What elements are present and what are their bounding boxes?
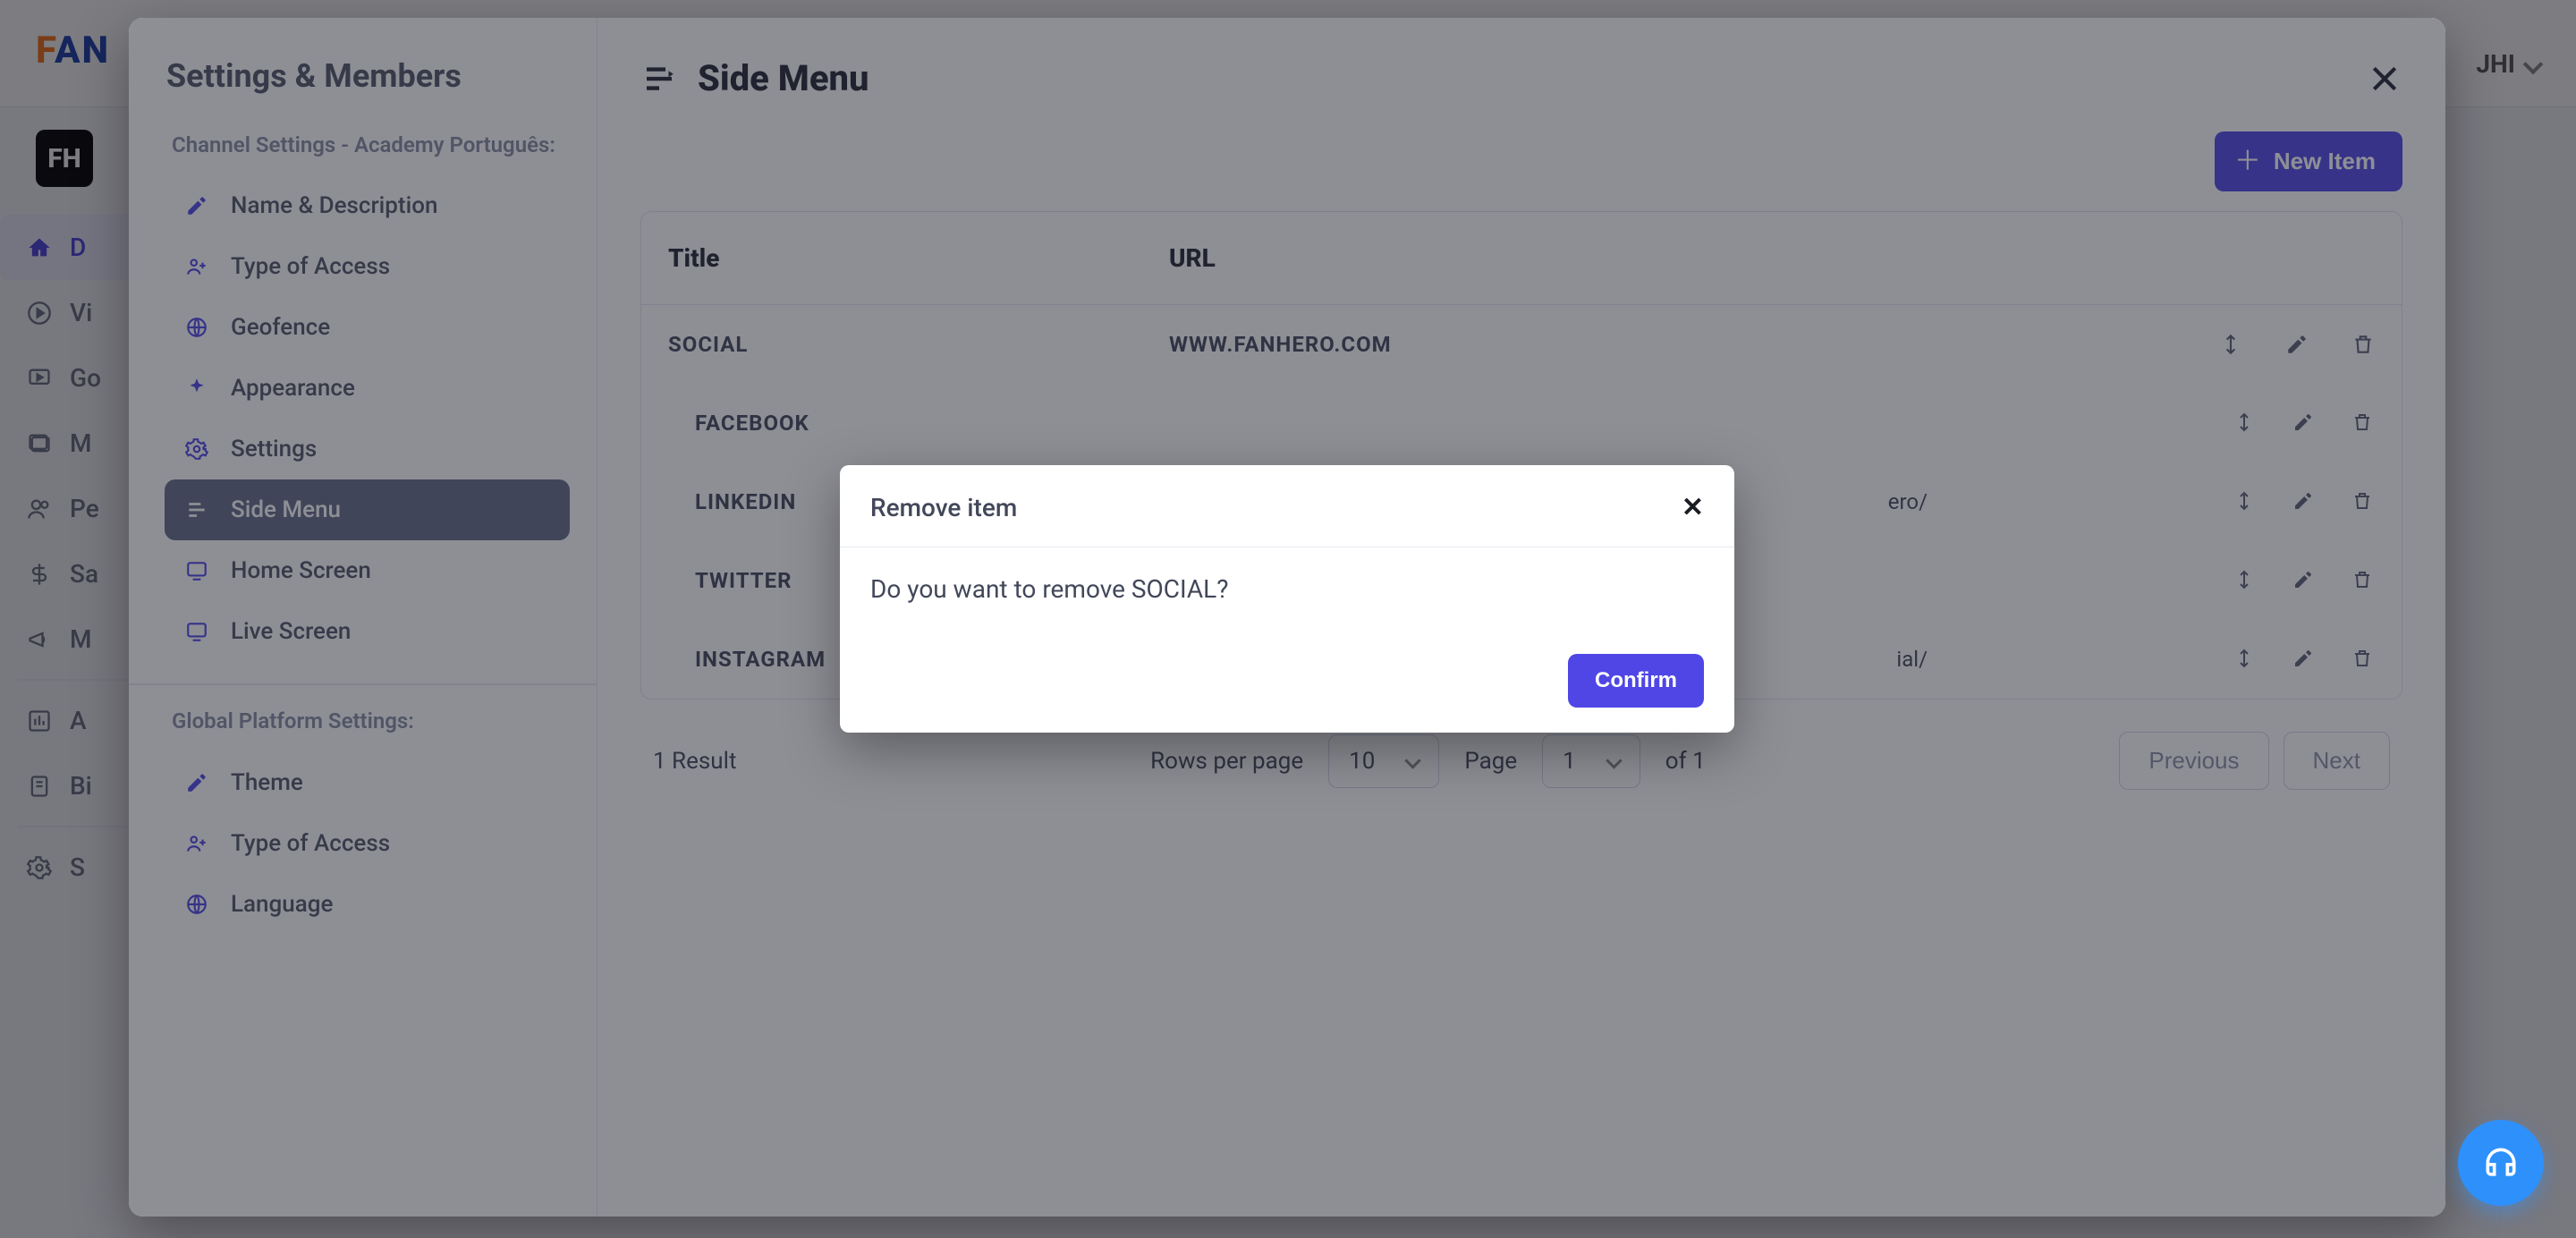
confirm-close-button[interactable]: ✕ [1682,492,1704,523]
confirm-backdrop: Remove item ✕ Do you want to remove SOCI… [129,18,2445,1217]
settings-sheet: Settings & Members Channel Settings - Ac… [129,18,2445,1217]
confirm-label: Confirm [1595,668,1677,693]
headset-icon [2481,1143,2521,1183]
confirm-dialog: Remove item ✕ Do you want to remove SOCI… [840,465,1734,733]
help-fab[interactable] [2458,1120,2544,1206]
confirm-button[interactable]: Confirm [1568,654,1704,708]
confirm-body: Do you want to remove SOCIAL? [840,547,1734,654]
confirm-title: Remove item [870,493,1017,522]
